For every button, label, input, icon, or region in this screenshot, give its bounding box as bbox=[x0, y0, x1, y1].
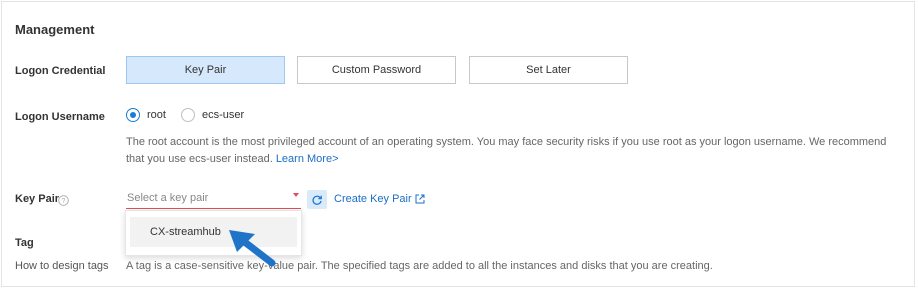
ecs-user-radio-label: ecs-user bbox=[202, 109, 245, 121]
radio-unchecked-icon bbox=[181, 108, 195, 122]
logon-credential-label: Logon Credential bbox=[15, 65, 106, 77]
dropdown-arrow-icon bbox=[293, 193, 299, 197]
section-title: Management bbox=[15, 22, 95, 37]
custom-password-option-button[interactable]: Custom Password bbox=[297, 56, 456, 84]
key-pair-select-placeholder: Select a key pair bbox=[127, 192, 209, 204]
external-link-icon bbox=[415, 194, 425, 204]
set-later-option-button[interactable]: Set Later bbox=[469, 56, 628, 84]
key-pair-label: Key Pair bbox=[15, 193, 60, 205]
create-key-pair-label: Create Key Pair bbox=[334, 193, 412, 205]
refresh-key-pairs-button[interactable] bbox=[307, 190, 327, 209]
radio-checked-icon bbox=[126, 108, 140, 122]
key-pair-select[interactable]: Select a key pair bbox=[126, 189, 301, 209]
tag-label: Tag bbox=[15, 237, 34, 249]
how-to-design-tags-link[interactable]: How to design tags bbox=[15, 260, 109, 272]
refresh-icon bbox=[312, 195, 322, 205]
ecs-user-radio[interactable]: ecs-user bbox=[181, 108, 244, 122]
create-key-pair-link[interactable]: Create Key Pair bbox=[334, 193, 425, 205]
key-pair-option-button[interactable]: Key Pair bbox=[126, 56, 285, 84]
help-icon[interactable]: ? bbox=[58, 193, 69, 211]
logon-username-label: Logon Username bbox=[15, 111, 105, 123]
root-radio-label: root bbox=[147, 109, 166, 121]
root-warning-description: The root account is the most privileged … bbox=[126, 134, 896, 168]
tag-description: A tag is a case-sensitive key-value pair… bbox=[126, 260, 713, 272]
pointer-arrow-icon bbox=[229, 230, 276, 267]
root-radio[interactable]: root bbox=[126, 108, 166, 122]
root-warning-text: The root account is the most privileged … bbox=[126, 136, 887, 165]
learn-more-link[interactable]: Learn More> bbox=[276, 153, 339, 165]
svg-text:?: ? bbox=[62, 198, 66, 205]
